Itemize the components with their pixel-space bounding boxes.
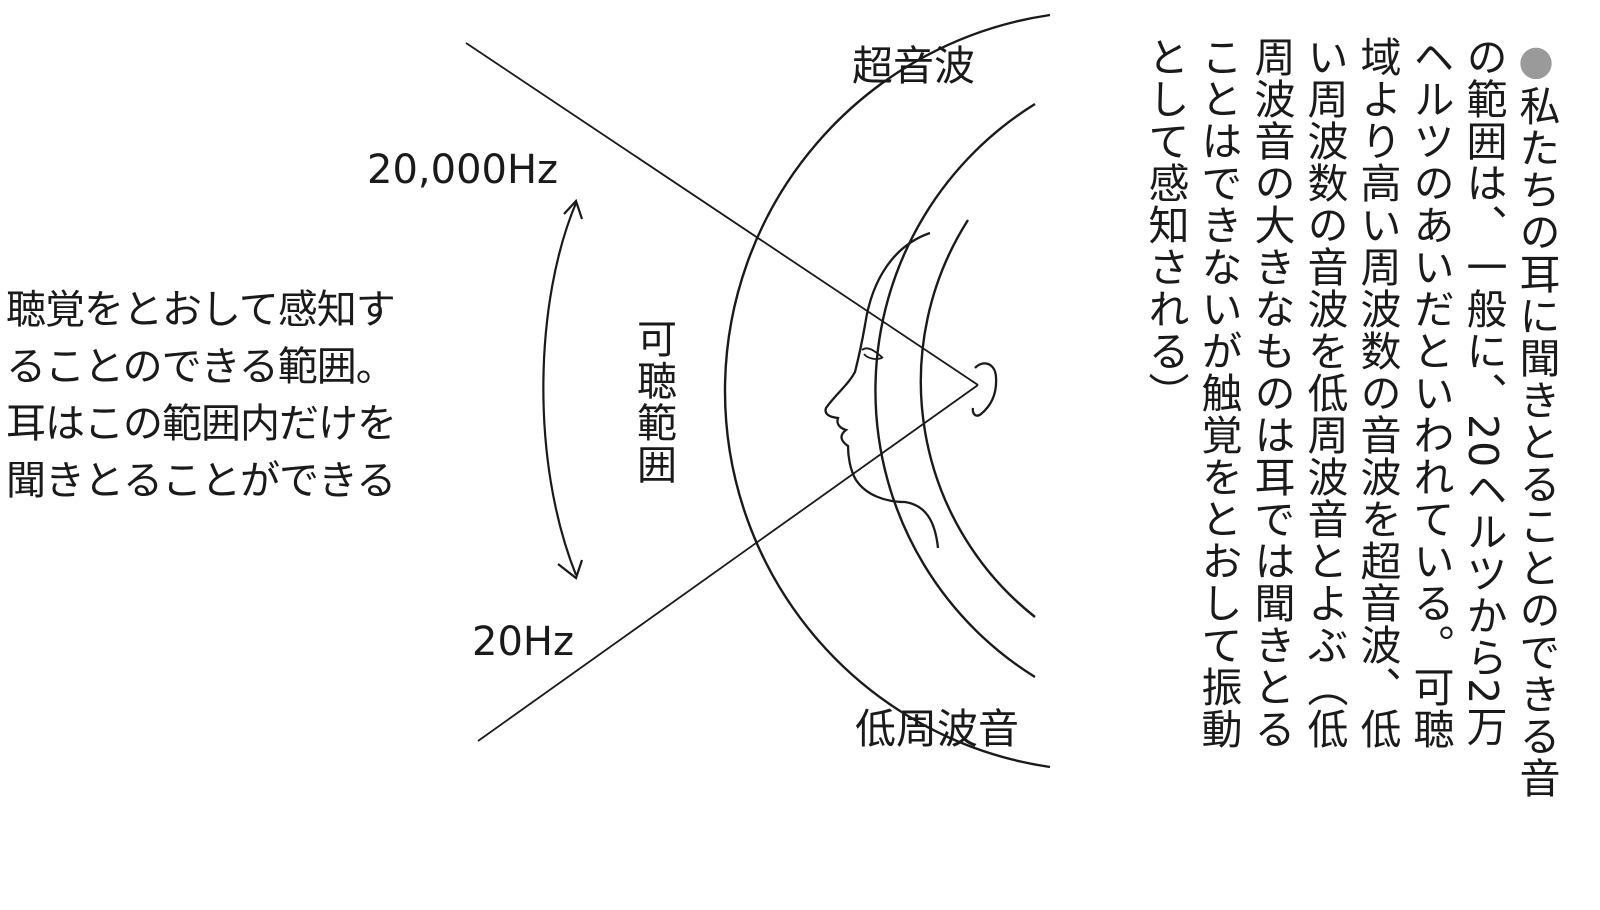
innermost-arc xyxy=(919,219,1036,618)
upper-limit-label: 20,000Hz xyxy=(367,147,558,193)
audible-range-label: 可聴範囲 xyxy=(630,318,676,486)
inner-arc xyxy=(874,102,1036,679)
lower-limit-label: 20Hz xyxy=(472,619,574,665)
explanation-text: ●私たちの耳に聞きとることのできる音 の範囲は、一般に、20ヘルツから2万 ヘル… xyxy=(1138,36,1562,836)
upper-cone-line xyxy=(465,42,979,386)
explanation-line: い周波数の音波を低周波音とよぶ（低 xyxy=(1300,36,1348,750)
caption-line: 聞きとることができる xyxy=(6,458,396,504)
eye xyxy=(861,347,884,360)
explanation-line: 周波音の大きなものは耳では聞きとる xyxy=(1247,36,1295,750)
bullet-icon: ● xyxy=(1512,36,1560,85)
low-frequency-label: 低周波音 xyxy=(855,705,1019,753)
caption-line: 聴覚をとおして感知す xyxy=(6,287,396,333)
caption-line: 耳はこの範囲内だけを xyxy=(6,401,397,447)
explanation-line: 域より高い周波数の音波を超音波、低 xyxy=(1353,36,1401,750)
explanation-line: ●私たちの耳に聞きとることのできる音 xyxy=(1512,36,1560,799)
range-arrow-head-bottom xyxy=(557,559,584,580)
caption-line: ることのできる範囲。 xyxy=(6,344,396,390)
explanation-line: として感知される） xyxy=(1141,36,1189,414)
explanation-line: の範囲は、一般に、20ヘルツから2万 xyxy=(1459,36,1507,748)
left-caption: 聴覚をとおして感知す ることのできる範囲。 耳はこの範囲内だけを 聞きとることが… xyxy=(6,282,446,510)
explanation-line: ことはできないが触覚をとおして振動 xyxy=(1194,36,1242,750)
ear xyxy=(971,362,998,417)
range-arrow xyxy=(542,202,578,576)
explanation-line: ヘルツのあいだといわれている。可聴 xyxy=(1406,36,1454,750)
ultrasound-label: 超音波 xyxy=(852,42,975,90)
